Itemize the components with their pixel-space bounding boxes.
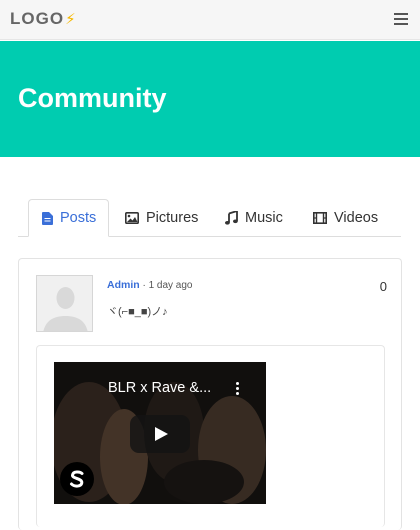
film-icon: [313, 212, 327, 224]
post-meta: Admin · 1 day ago: [107, 279, 193, 291]
more-options-icon[interactable]: [236, 382, 240, 396]
tab-label: Posts: [60, 210, 97, 226]
content-tabs: Posts Pictures Music Videos: [18, 199, 401, 237]
top-navbar: LOGO ⚡: [0, 0, 420, 40]
music-note-icon: [225, 211, 238, 225]
hamburger-icon[interactable]: [394, 13, 408, 25]
post-count: 0: [379, 279, 387, 294]
logo-text: LOGO: [10, 9, 65, 28]
tab-pictures[interactable]: Pictures: [125, 199, 198, 237]
avatar[interactable]: [36, 275, 93, 332]
video-title: BLR x Rave &...: [108, 380, 212, 396]
lightning-icon: ⚡: [65, 11, 77, 28]
tab-label: Videos: [334, 210, 379, 226]
tab-music[interactable]: Music: [225, 199, 283, 237]
tab-posts[interactable]: Posts: [28, 199, 110, 237]
tab-label: Music: [245, 210, 283, 226]
image-icon: [125, 212, 139, 224]
meta-separator: ·: [139, 280, 149, 291]
post-text: ヾ(⌐■_■)ノ♪: [107, 306, 168, 318]
spinnin-logo-icon[interactable]: [60, 462, 94, 496]
hero-banner: Community: [0, 41, 420, 157]
document-icon: [42, 211, 53, 225]
tab-label: Pictures: [146, 210, 199, 226]
user-silhouette-icon: [37, 276, 92, 331]
tab-videos[interactable]: Videos: [313, 199, 378, 237]
post-time: 1 day ago: [148, 280, 193, 291]
site-logo[interactable]: LOGO ⚡: [10, 9, 77, 29]
video-embed[interactable]: BLR x Rave &...: [54, 362, 266, 504]
page-title: Community: [18, 83, 167, 113]
post-card: Admin · 1 day ago ヾ(⌐■_■)ノ♪ 0 BLR x Rave…: [18, 258, 402, 530]
author-link[interactable]: Admin: [107, 279, 140, 291]
play-button[interactable]: [130, 415, 190, 453]
